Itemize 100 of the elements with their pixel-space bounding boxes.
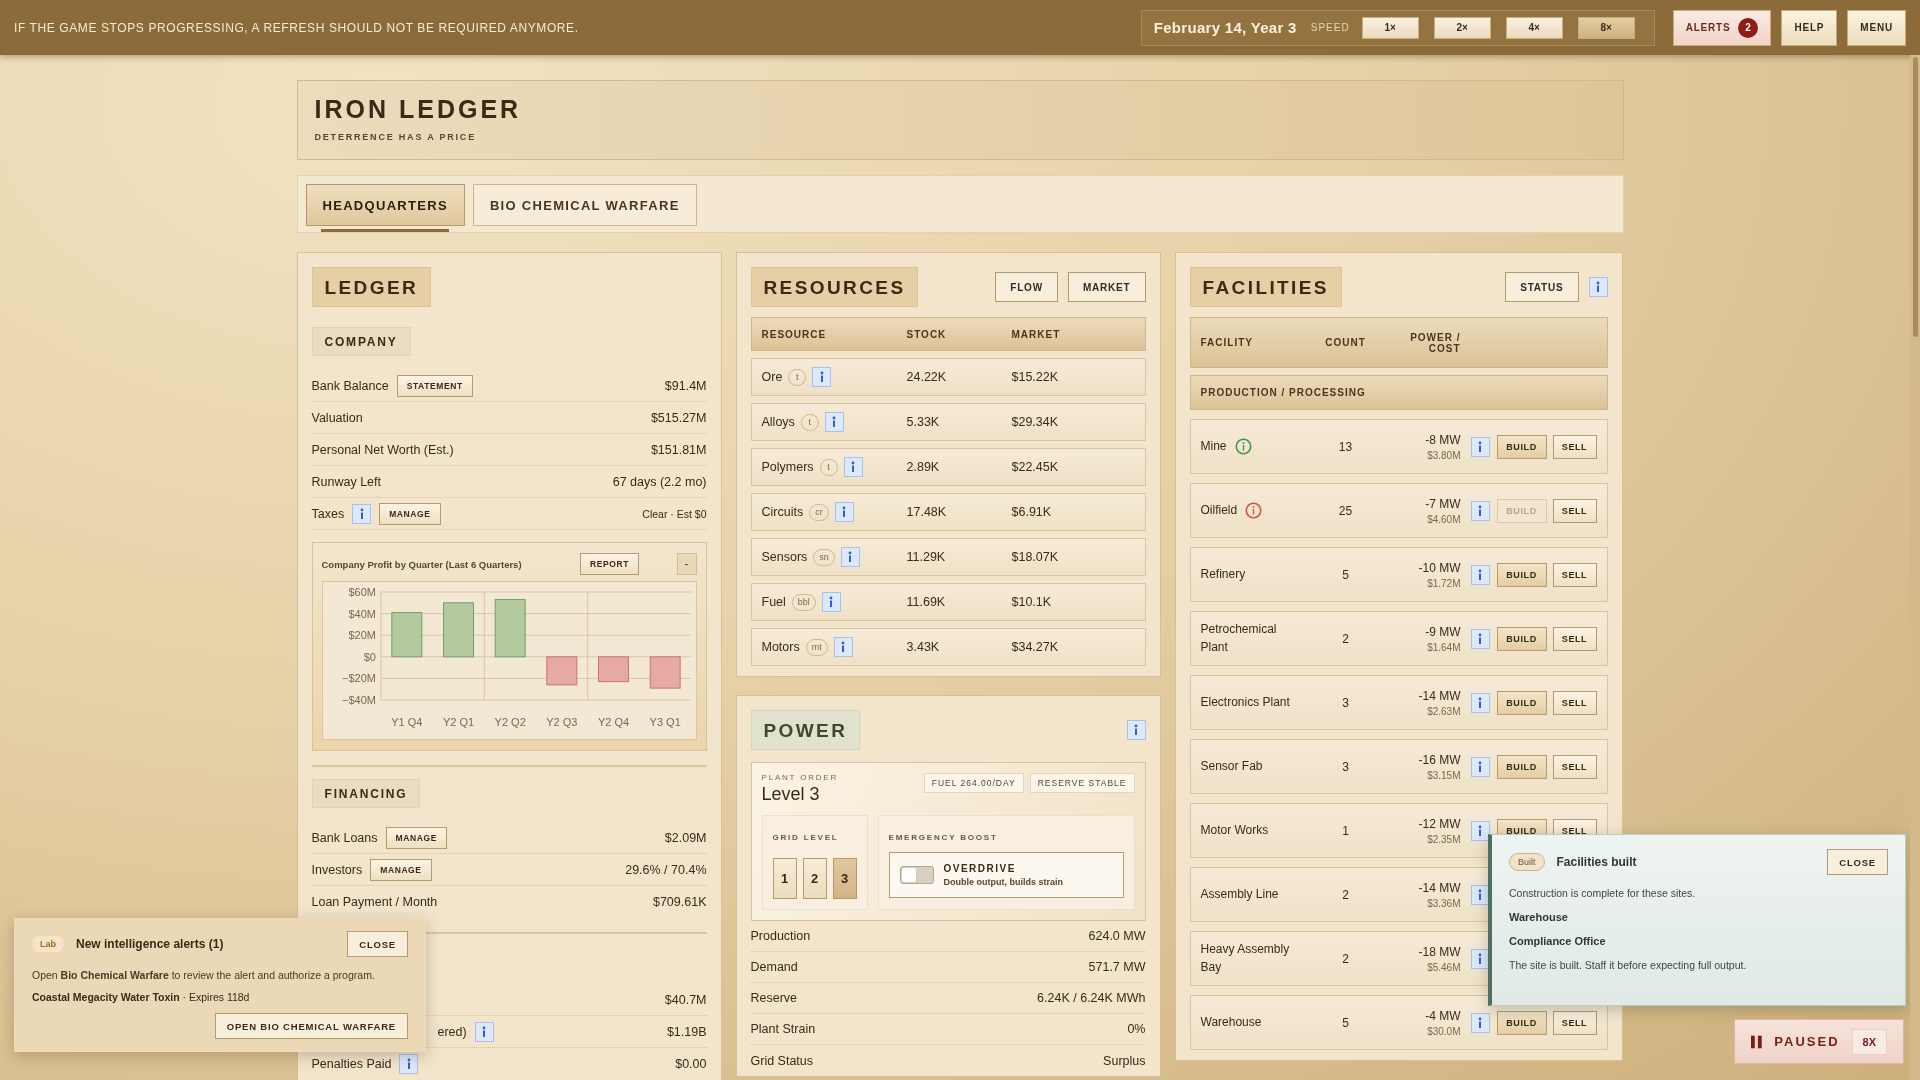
facility-name: Refinery: [1200, 565, 1246, 583]
row-button[interactable]: MANAGE: [385, 826, 447, 849]
row-value: $515.27M: [650, 410, 707, 425]
facility-action-button[interactable]: BUILD: [1496, 1010, 1547, 1035]
tab[interactable]: BIO CHEMICAL WARFARE: [472, 184, 697, 227]
y-tick-label: $40M: [347, 607, 376, 620]
emergency-boost-label: EMERGENCY BOOST: [888, 833, 998, 842]
stat-value: 6.24K / 6.24K MWh: [1037, 991, 1146, 1005]
power-value: -14 MW: [1418, 688, 1461, 703]
speed-button[interactable]: 2×: [1433, 16, 1491, 39]
row-value: $1.19B: [666, 1024, 707, 1039]
stat-label: Reserve: [750, 991, 798, 1005]
report-button[interactable]: REPORT: [580, 553, 640, 575]
panel-title: POWER: [750, 710, 861, 750]
stat-label: Production: [750, 929, 811, 943]
speed-button[interactable]: 1×: [1361, 16, 1419, 39]
stat-label: Grid Status: [750, 1053, 814, 1068]
market-cell-text: $29.34K: [1011, 415, 1060, 429]
row-button[interactable]: STATEMENT: [396, 374, 473, 397]
paused-indicator[interactable]: PAUSED 8X: [1734, 1019, 1904, 1064]
facility-action-button[interactable]: SELL: [1552, 626, 1597, 651]
facility-action-button[interactable]: BUILD: [1496, 754, 1547, 779]
open-tab-button[interactable]: OPEN BIO CHEMICAL WARFARE: [214, 1013, 408, 1039]
row-value: Clear · Est $0: [642, 507, 707, 520]
facility-name: Mine: [1200, 437, 1227, 455]
panel-title: LEDGER: [311, 267, 432, 307]
facility-action-button[interactable]: BUILD: [1496, 690, 1547, 715]
grid-level-button[interactable]: 1: [772, 858, 797, 899]
stock-cell-text: 17.48K: [906, 505, 948, 519]
power-value: -12 MW: [1418, 816, 1461, 831]
y-tick-label: $0: [363, 650, 376, 663]
facility-action-button[interactable]: BUILD: [1496, 626, 1547, 651]
stat-value: 571.7 MW: [1088, 960, 1146, 974]
grid-level-button[interactable]: 3: [832, 858, 857, 899]
row-label: Bank Loans: [311, 830, 378, 845]
date-text: February 14, Year 3: [1153, 19, 1297, 36]
row-value: $709.61K: [652, 895, 707, 909]
cost-value: $30.0M: [1427, 1025, 1461, 1037]
toast-message: Construction is complete for these sites.: [1509, 887, 1697, 899]
alert-item: Coastal Megacity Water Toxin · Expires 118d: [32, 991, 251, 1003]
market-cell-text: $22.45K: [1011, 460, 1060, 474]
facility-action-button[interactable]: SELL: [1552, 434, 1597, 459]
facility-action-button[interactable]: BUILD: [1496, 434, 1547, 459]
cost-value: $2.63M: [1427, 705, 1461, 717]
status-chip: RESERVE STABLE: [1029, 773, 1135, 793]
top-bar-button[interactable]: HELP: [1781, 9, 1838, 46]
column-header: POWER / COST: [1409, 331, 1461, 354]
facility-action-button[interactable]: SELL: [1552, 754, 1597, 779]
resource-name: Circuits: [761, 505, 804, 519]
count-cell-text: 13: [1337, 439, 1354, 454]
group-title: PRODUCTION / PROCESSING: [1200, 387, 1366, 398]
stat-label: Plant Strain: [750, 1022, 816, 1036]
x-tick-label: Y3 Q1: [649, 716, 681, 728]
power-value: -10 MW: [1418, 560, 1461, 575]
market-cell-text: $10.1K: [1011, 595, 1053, 609]
speed-button[interactable]: 8×: [1577, 16, 1635, 39]
tab[interactable]: HEADQUARTERS: [305, 184, 465, 227]
facility-name: Warehouse: [1200, 1013, 1262, 1031]
close-button[interactable]: CLOSE: [347, 931, 408, 957]
count-cell-text: 5: [1341, 567, 1350, 582]
speed-button[interactable]: 4×: [1505, 16, 1563, 39]
status-button[interactable]: STATUS: [1505, 272, 1579, 302]
plant-order-value: Level 3: [761, 784, 821, 805]
panel-button[interactable]: MARKET: [1067, 272, 1146, 302]
close-button[interactable]: CLOSE: [1827, 849, 1888, 875]
panel-title: RESOURCES: [750, 267, 919, 307]
column-header: FACILITY: [1200, 337, 1254, 348]
grid-level-button[interactable]: 2: [802, 858, 827, 899]
row-label: Runway Left: [311, 474, 381, 489]
facility-action-button[interactable]: SELL: [1552, 690, 1597, 715]
facility-action-button[interactable]: SELL: [1552, 562, 1597, 587]
facility-action-button[interactable]: SELL: [1552, 498, 1597, 523]
row-value: $2.09M: [664, 830, 707, 845]
grid-level-label: GRID LEVEL: [772, 833, 839, 842]
panel-button[interactable]: FLOW: [995, 272, 1058, 302]
row-label: Personal Net Worth (Est.): [311, 442, 454, 457]
section-title: FINANCING: [311, 779, 421, 808]
facility-action-button[interactable]: SELL: [1552, 1010, 1597, 1035]
resource-name: Motors: [761, 640, 800, 654]
y-tick-label: −$20M: [341, 672, 376, 685]
count-cell-text: 5: [1341, 1015, 1350, 1030]
count-cell-text: 2: [1341, 631, 1350, 646]
row-label: Loan Payment / Month: [311, 895, 438, 909]
row-button[interactable]: MANAGE: [379, 502, 441, 525]
top-bar-button[interactable]: MENU: [1847, 9, 1906, 46]
row-label: ered): [437, 1024, 467, 1039]
speed-label: SPEED: [1310, 22, 1350, 33]
row-button[interactable]: MANAGE: [370, 858, 432, 881]
market-cell-text: $18.07K: [1011, 550, 1060, 564]
facility-name: Motor Works: [1200, 821, 1269, 839]
alerts-button[interactable]: ALERTS 2: [1672, 9, 1772, 46]
toast-note: The site is built. Staff it before expecting full output.: [1509, 959, 1748, 971]
collapse-button[interactable]: -: [677, 553, 697, 575]
section-title: COMPANY: [311, 327, 411, 356]
facility-action-button[interactable]: BUILD: [1496, 562, 1547, 587]
row-value: 67 days (2.2 mo): [612, 474, 707, 489]
facility-name: Petrochemical Plant: [1200, 621, 1278, 656]
stat-value: Surplus: [1103, 1053, 1146, 1068]
plant-order-label: PLANT ORDER: [761, 773, 839, 782]
power-value: -7 MW: [1425, 496, 1461, 511]
